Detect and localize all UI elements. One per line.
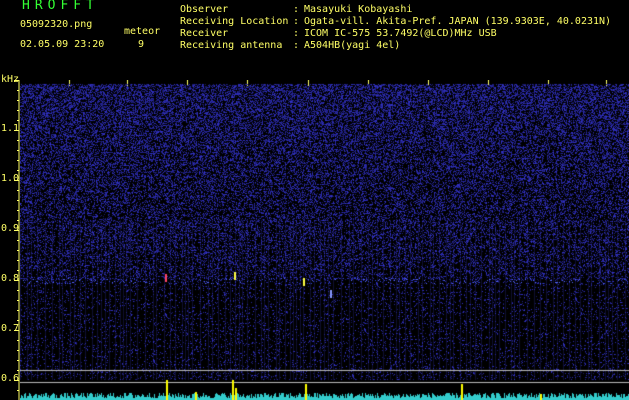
location-colon: :	[293, 16, 300, 27]
receiver-label: Receiver	[180, 28, 229, 39]
filename-label: 05092320.png	[20, 19, 93, 30]
antenna-label: Receiving antenna	[180, 40, 283, 51]
frequency-axis	[14, 80, 20, 400]
antenna-colon: :	[293, 40, 300, 51]
observer-value: Masayuki Kobayashi	[304, 4, 413, 15]
meteor-count: 9	[138, 39, 145, 50]
app-title: HROFFT	[22, 0, 99, 13]
location-value: Ogata-vill. Akita-Pref. JAPAN (139.9303E…	[304, 16, 612, 27]
spectrogram-display	[20, 80, 629, 400]
receiver-value: ICOM IC-575 53.7492(@LCD)MHz USB	[304, 28, 497, 39]
antenna-value: A504HB(yagi 4el)	[304, 40, 401, 51]
observer-colon: :	[293, 4, 300, 15]
location-label: Receiving Location	[180, 16, 289, 27]
receiver-colon: :	[293, 28, 300, 39]
datetime-label: 02.05.09 23:20	[20, 39, 105, 50]
meteor-label: meteor	[124, 26, 161, 37]
observer-label: Observer	[180, 4, 229, 15]
